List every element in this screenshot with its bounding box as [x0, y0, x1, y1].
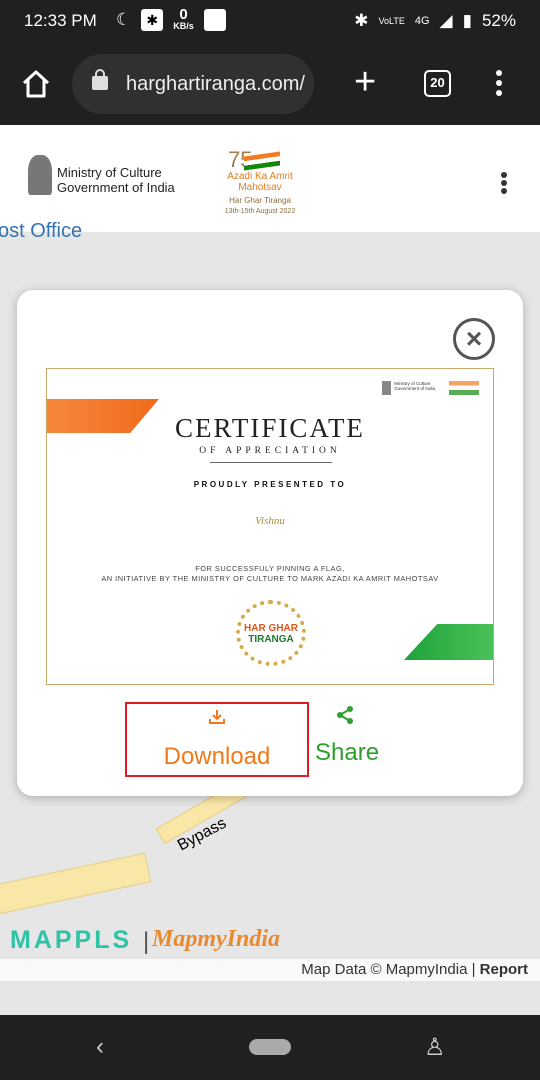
map-attribution: Map Data © MapmyIndia | Report: [0, 959, 540, 981]
site-header: Ministry of Culture Government of India …: [0, 125, 540, 232]
home-gesture-pill[interactable]: [249, 1039, 291, 1055]
certificate-description: FOR SUCCESSFULY PINNING A FLAG, AN INITIA…: [101, 564, 439, 583]
download-button[interactable]: Download: [125, 702, 309, 777]
map-label: ost Office: [0, 220, 83, 242]
home-icon[interactable]: [20, 68, 52, 100]
national-emblem-logo: [28, 155, 52, 195]
share-icon: [337, 706, 353, 724]
recipient-name: Vishnu: [255, 515, 285, 527]
site-menu-icon[interactable]: [501, 172, 507, 196]
battery-icon: ▮: [462, 11, 472, 30]
url-text: harghartiranga.com/: [126, 73, 305, 95]
browser-menu-icon[interactable]: [496, 70, 502, 100]
browser-toolbar: harghartiranga.com/ + 20: [0, 42, 540, 125]
system-nav-bar: ‹ ♙: [0, 1015, 540, 1080]
bluetooth-icon: ✱: [354, 11, 369, 30]
mapmyindia-logo: MapmyIndia: [152, 926, 281, 952]
back-icon[interactable]: ‹: [96, 1033, 104, 1061]
certificate-title: CERTIFICATE: [175, 413, 365, 443]
presented-to: PROUDLY PRESENTED TO: [193, 480, 347, 489]
new-tab-icon[interactable]: +: [354, 60, 376, 104]
certificate-image: Ministry of Culture Government of India C…: [46, 368, 494, 685]
map-road: [0, 852, 152, 918]
net-speed: 0 KB/s: [173, 6, 194, 31]
har-ghar-tiranga-badge: HAR GHAR TIRANGA: [236, 600, 306, 666]
clock: 12:33 PM: [24, 11, 97, 30]
mini-azadi-logo: [449, 381, 479, 395]
download-icon: [209, 710, 225, 724]
network-type: 4G: [414, 15, 430, 27]
bluetooth-notification-icon: ✱: [141, 8, 164, 31]
ministry-logo-text: Ministry of Culture Government of India: [57, 165, 175, 195]
tab-switcher-button[interactable]: 20: [424, 70, 451, 97]
share-button[interactable]: Share: [315, 702, 379, 767]
certificate-subtitle: OF APPRECIATION: [199, 446, 341, 456]
signal-icon: ◢: [439, 11, 453, 30]
report-link[interactable]: Report: [480, 961, 528, 978]
mini-ministry-logo: Ministry of Culture Government of India: [382, 381, 435, 395]
accessibility-icon[interactable]: ♙: [424, 1033, 446, 1062]
lock-icon: [92, 69, 108, 90]
close-button[interactable]: ×: [453, 318, 495, 360]
status-bar: 12:33 PM ☾ ✱ 0 KB/s ✱ VoLTE 4G ◢ ▮ 52%: [0, 0, 540, 42]
address-bar[interactable]: harghartiranga.com/: [72, 54, 314, 114]
notification-icon: [203, 8, 226, 31]
certificate-modal: × Ministry of Culture Government of India…: [17, 290, 523, 796]
night-mode-icon: ☾: [116, 9, 132, 29]
volte-icon: VoLTE: [378, 16, 405, 26]
mappls-logo: MAPPLS: [10, 926, 133, 954]
azadi-ka-amrit-mahotsav-logo: 75 Azadi Ka Amrit Mahotsav Har Ghar Tira…: [224, 147, 296, 216]
battery-level: 52%: [481, 11, 516, 30]
